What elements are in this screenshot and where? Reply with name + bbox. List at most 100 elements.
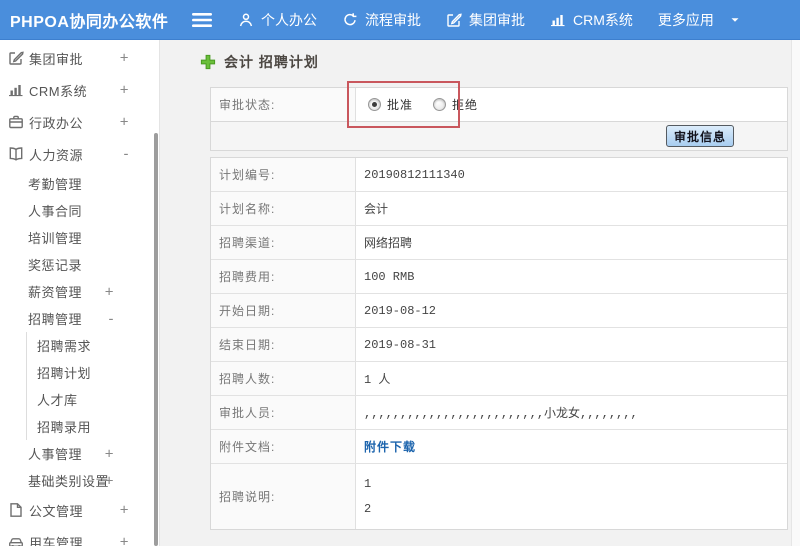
approval-form: 审批状态: 批准 拒绝 审批信息: [210, 87, 788, 151]
sidebar-item-document-mgmt[interactable]: 公文管理 +: [0, 494, 159, 526]
sidebar-item-salary[interactable]: 薪资管理 +: [0, 278, 159, 305]
sidebar-item-label: 招聘需求: [37, 339, 92, 354]
briefcase-icon: [8, 114, 24, 130]
edit-icon: [446, 12, 462, 28]
document-icon: [8, 502, 24, 518]
sidebar-item-hr[interactable]: 人力资源 -: [0, 138, 159, 170]
user-icon: [238, 12, 254, 28]
sidebar-item-label: 招聘录用: [37, 420, 92, 435]
sidebar-item-recruit-plan[interactable]: 招聘计划: [0, 359, 159, 386]
row-label: 结束日期:: [211, 328, 356, 361]
sidebar-item-crm[interactable]: CRM系统 +: [0, 74, 159, 106]
sidebar-item-label: 公文管理: [29, 503, 84, 519]
nav-more-apps[interactable]: 更多应用: [658, 10, 741, 30]
sidebar-scrollbar[interactable]: [154, 133, 158, 546]
nav-item-label: 集团审批: [469, 11, 525, 28]
topbar: PHPOA协同办公软件 个人办公 流程审批 集团审批 CRM系统 更多应用: [0, 0, 800, 40]
row-value-line: 1: [364, 476, 372, 491]
row-value: 12: [356, 464, 787, 529]
expand-plus-icon[interactable]: +: [105, 283, 114, 300]
hamburger-menu-icon[interactable]: [192, 12, 212, 28]
top-nav: 个人办公 流程审批 集团审批 CRM系统 更多应用: [238, 10, 741, 30]
nav-process-approval[interactable]: 流程审批: [342, 10, 421, 30]
sidebar-item-label: 招聘管理: [28, 312, 83, 327]
table-row: 招聘费用: 100 RMB: [211, 260, 787, 294]
expand-plus-icon[interactable]: +: [105, 445, 114, 462]
sidebar-item-label: 招聘计划: [37, 366, 92, 381]
sidebar-item-group-approval[interactable]: 集团审批 +: [0, 42, 159, 74]
expand-plus-icon[interactable]: +: [120, 50, 129, 67]
row-value: 100 RMB: [356, 260, 787, 293]
page-header: 会计 招聘计划: [200, 52, 319, 72]
sidebar-item-label: 薪资管理: [28, 285, 83, 300]
sidebar-item-personnel-mgmt[interactable]: 人事管理 +: [0, 440, 159, 467]
approval-option-approve[interactable]: 批准: [368, 96, 413, 113]
row-label: 招聘说明:: [211, 464, 356, 529]
row-label: 招聘人数:: [211, 362, 356, 395]
row-label: 附件文档:: [211, 430, 356, 463]
approval-status-row: 审批状态: 批准 拒绝: [211, 88, 787, 122]
sidebar: 集团审批 + CRM系统 + 行政办公 + 人力资源 - 考勤管理 人事合同 培训管理 奖惩记录 薪资管…: [0, 40, 160, 546]
table-row: 招聘渠道: 网络招聘: [211, 226, 787, 260]
row-value: ,,,,,,,,,,,,,,,,,,,,,,,,,小龙女,,,,,,,,: [356, 396, 787, 429]
nav-personal-office[interactable]: 个人办公: [238, 10, 317, 30]
collapse-minus-icon[interactable]: -: [109, 310, 115, 327]
bar-chart-icon: [8, 82, 24, 98]
caret-down-icon: [729, 14, 741, 26]
row-value: 1 人: [356, 362, 787, 395]
page-title: 会计 招聘计划: [224, 54, 319, 70]
expand-plus-icon[interactable]: +: [120, 114, 129, 131]
main-scrollbar-track[interactable]: [791, 40, 800, 546]
row-value: 2019-08-31: [356, 328, 787, 361]
approval-info-button[interactable]: 审批信息: [665, 125, 734, 147]
table-row: 开始日期: 2019-08-12: [211, 294, 787, 328]
sidebar-item-vehicle-mgmt[interactable]: 用车管理 +: [0, 526, 159, 546]
nav-item-label: 个人办公: [261, 11, 317, 28]
sidebar-item-label: CRM系统: [29, 83, 88, 99]
expand-plus-icon[interactable]: +: [120, 534, 129, 546]
nav-item-label: 更多应用: [657, 11, 714, 28]
sidebar-item-talent-pool[interactable]: 人才库: [0, 386, 159, 413]
nav-group-approval[interactable]: 集团审批: [446, 10, 525, 30]
sidebar-item-reward-punishment[interactable]: 奖惩记录: [0, 251, 159, 278]
approval-option-reject[interactable]: 拒绝: [433, 96, 478, 113]
row-value: 网络招聘: [356, 226, 787, 259]
sidebar-item-label: 人才库: [37, 393, 78, 408]
table-row: 计划名称: 会计: [211, 192, 787, 226]
plan-details-table: 计划编号: 20190812111340 计划名称: 会计 招聘渠道: 网络招聘 招聘费用:…: [210, 157, 788, 530]
sidebar-item-label: 奖惩记录: [28, 258, 83, 273]
sidebar-item-admin-office[interactable]: 行政办公 +: [0, 106, 159, 138]
expand-plus-icon[interactable]: +: [120, 502, 129, 519]
book-icon: [8, 146, 24, 162]
car-icon: [8, 534, 24, 546]
expand-plus-icon[interactable]: +: [105, 472, 114, 489]
sidebar-item-hr-contract[interactable]: 人事合同: [0, 197, 159, 224]
table-row: 招聘说明: 1 2: [211, 464, 787, 529]
radio-unselected-icon[interactable]: [433, 98, 447, 111]
sidebar-item-training[interactable]: 培训管理: [0, 224, 159, 251]
sidebar-item-label: 集团审批: [29, 51, 84, 67]
sidebar-item-recruit-mgmt[interactable]: 招聘管理 -: [0, 305, 159, 332]
collapse-minus-icon[interactable]: -: [124, 146, 130, 163]
row-label: 计划名称:: [211, 192, 356, 225]
nav-crm[interactable]: CRM系统: [550, 10, 633, 30]
approval-actions-bar: 审批信息: [211, 122, 787, 150]
sidebar-item-recruit-hire[interactable]: 招聘录用: [0, 413, 159, 440]
radio-selected-icon[interactable]: [368, 98, 381, 111]
nav-item-label: CRM系统: [573, 11, 633, 28]
sidebar-item-attendance[interactable]: 考勤管理: [0, 170, 159, 197]
attachment-download-link[interactable]: 附件下载: [364, 438, 416, 455]
row-label: 计划编号:: [211, 158, 356, 191]
sidebar-item-base-category[interactable]: 基础类别设置 +: [0, 467, 159, 494]
sidebar-item-recruit-demand[interactable]: 招聘需求: [0, 332, 159, 359]
table-row: 结束日期: 2019-08-31: [211, 328, 787, 362]
sidebar-item-label: 人事合同: [28, 204, 83, 219]
row-label: 招聘费用:: [211, 260, 356, 293]
table-row: 招聘人数: 1 人: [211, 362, 787, 396]
row-value: 附件下载: [356, 430, 787, 463]
table-row: 审批人员: ,,,,,,,,,,,,,,,,,,,,,,,,,小龙女,,,,,,,…: [211, 396, 787, 430]
row-label: 招聘渠道:: [211, 226, 356, 259]
expand-plus-icon[interactable]: +: [120, 82, 129, 99]
row-label: 审批人员:: [211, 396, 356, 429]
edit-icon: [8, 50, 24, 66]
